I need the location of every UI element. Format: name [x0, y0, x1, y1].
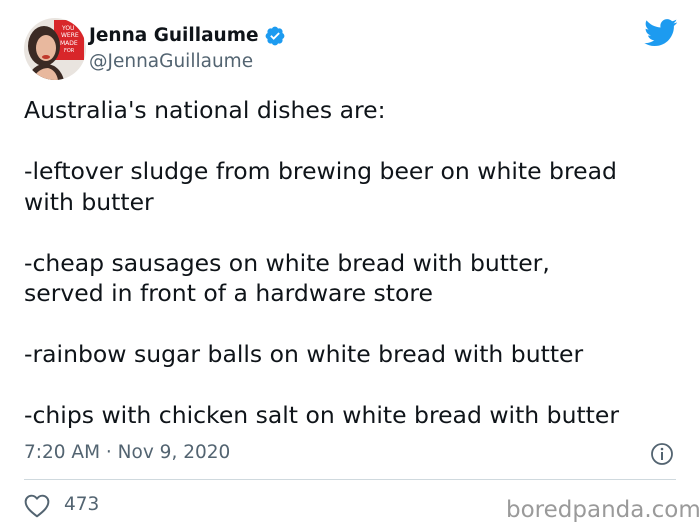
- divider: [24, 479, 676, 480]
- tweet-body: Australia's national dishes are: -leftov…: [24, 95, 684, 431]
- tweet-line: -leftover sludge from brewing beer on wh…: [24, 157, 617, 185]
- tweet-line: -rainbow sugar balls on white bread with…: [24, 340, 584, 368]
- verified-badge-icon: [264, 25, 286, 47]
- tweet-line: served in front of a hardware store: [24, 279, 433, 307]
- tweet-line: -chips with chicken salt on white bread …: [24, 401, 620, 429]
- author-display-name[interactable]: Jenna Guillaume: [89, 24, 286, 48]
- svg-text:YOU: YOU: [61, 25, 74, 32]
- tweet-line: -cheap sausages on white bread with butt…: [24, 248, 550, 277]
- like-count: 473: [64, 494, 100, 515]
- watermark: boredpanda.com: [506, 497, 700, 523]
- svg-text:WERE: WERE: [61, 32, 79, 39]
- avatar[interactable]: YOU WERE MADE FOR: [24, 18, 86, 80]
- svg-text:FOR: FOR: [64, 48, 75, 54]
- info-icon[interactable]: [650, 442, 674, 466]
- svg-text:MADE: MADE: [60, 40, 78, 47]
- author-handle[interactable]: @JennaGuillaume: [89, 50, 253, 74]
- tweet-timestamp[interactable]: 7:20 AM · Nov 9, 2020: [24, 440, 230, 466]
- tweet-line: Australia's national dishes are:: [24, 96, 386, 124]
- tweet-line: with butter: [24, 187, 154, 216]
- display-name-text[interactable]: Jenna Guillaume: [89, 24, 259, 48]
- heart-icon[interactable]: [24, 494, 50, 518]
- twitter-bird-icon[interactable]: [644, 19, 678, 47]
